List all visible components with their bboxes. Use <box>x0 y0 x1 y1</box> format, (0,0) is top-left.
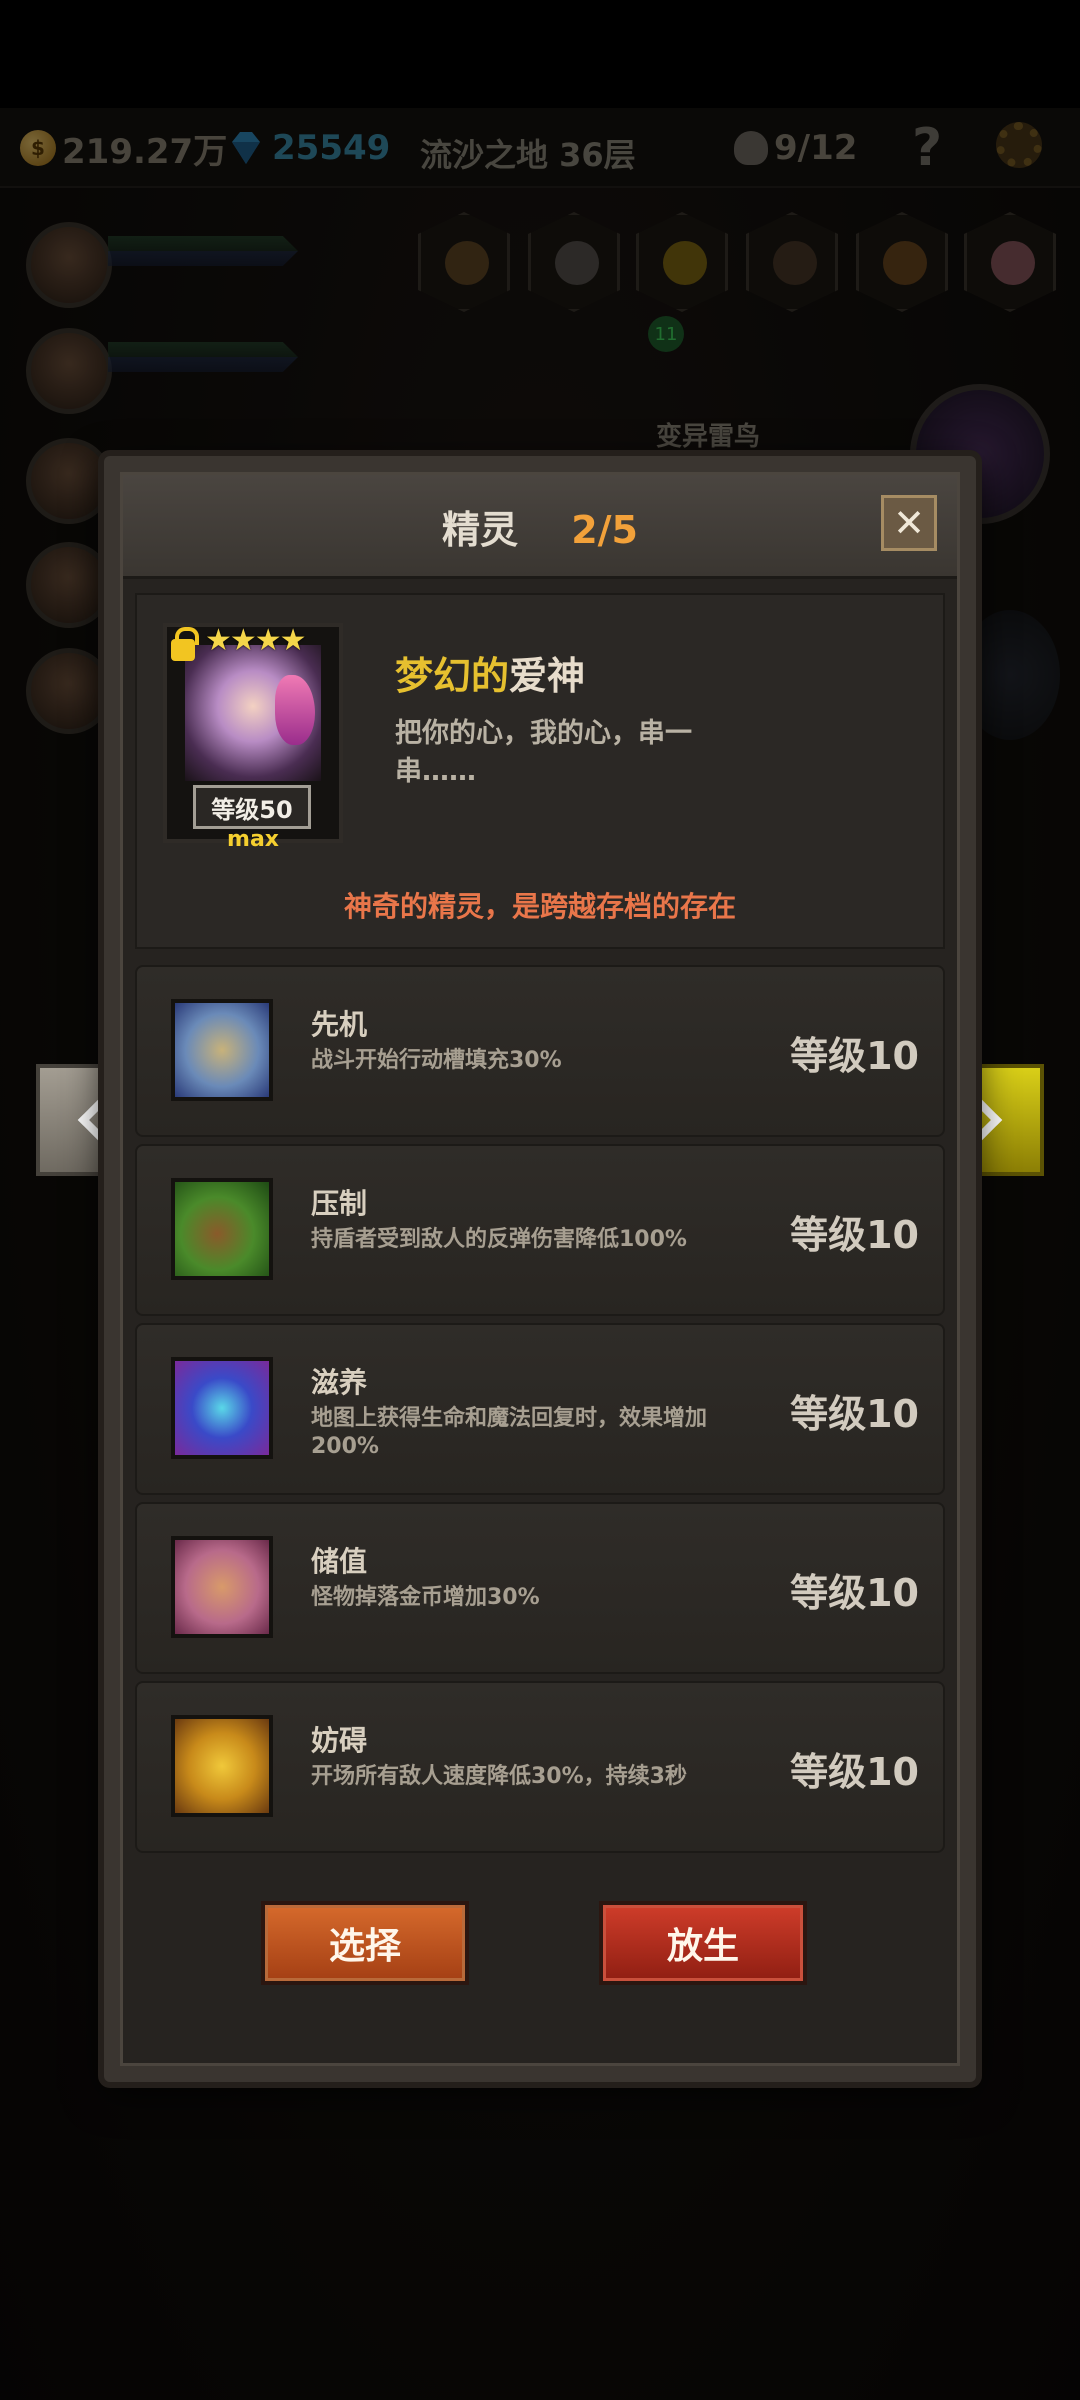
pet-info: ★★★★ 等级50 max 梦幻的爱神 把你的心，我的心，串一串…… 神奇的精灵… <box>135 593 945 949</box>
skill-name: 储值 <box>311 1545 368 1578</box>
skill-description: 开场所有敌人速度降低30%，持续3秒 <box>311 1764 687 1789</box>
skill-name: 先机 <box>311 1008 368 1041</box>
pet-panel: 精灵 2/5 ✕ ★★★★ 等级50 max 梦幻的爱神 把你的心，我的心，串一… <box>104 456 976 2082</box>
max-label: max <box>227 827 279 852</box>
skill-name: 妨碍 <box>311 1724 368 1757</box>
fairy-icon <box>171 1357 273 1459</box>
pet-note: 神奇的精灵，是跨越存档的存在 <box>343 890 736 923</box>
pet-name-part1: 梦幻的 <box>395 654 510 698</box>
pet-portrait-frame[interactable]: ★★★★ 等级50 max <box>163 623 343 852</box>
skill-row[interactable]: 妨碍 开场所有敌人速度降低30%，持续3秒 等级10 <box>135 1681 945 1853</box>
skill-level: 等级10 <box>790 1034 919 1078</box>
skill-row[interactable]: 压制 持盾者受到敌人的反弹伤害降低100% 等级10 <box>135 1144 945 1316</box>
close-button[interactable]: ✕ <box>881 495 937 551</box>
star-rating: ★★★★ <box>205 623 307 658</box>
pet-name: 梦幻的爱神 <box>395 645 585 700</box>
pet-portrait <box>185 645 321 781</box>
skill-level: 等级10 <box>790 1750 919 1794</box>
skill-row[interactable]: 滋养 地图上获得生命和魔法回复时，效果增加200% 等级10 <box>135 1323 945 1495</box>
skill-level: 等级10 <box>790 1213 919 1257</box>
panel-title: 精灵 2/5 <box>123 499 957 554</box>
chained-boot-icon <box>171 1715 273 1817</box>
skill-description: 持盾者受到敌人的反弹伤害降低100% <box>311 1227 687 1252</box>
skill-name: 压制 <box>311 1187 368 1220</box>
page-indicator: 2/5 <box>571 508 638 552</box>
skill-level: 等级10 <box>790 1571 919 1615</box>
skill-description: 战斗开始行动槽填充30% <box>311 1048 562 1073</box>
skill-name: 滋养 <box>311 1366 368 1399</box>
pet-name-part2: 爱神 <box>509 654 586 698</box>
leopard-icon <box>171 999 273 1101</box>
wing-icon <box>275 675 315 745</box>
panel-body: 精灵 2/5 ✕ ★★★★ 等级50 max 梦幻的爱神 把你的心，我的心，串一… <box>120 472 960 2066</box>
goblet-icon <box>171 1536 273 1638</box>
skill-level: 等级10 <box>790 1392 919 1436</box>
skill-row[interactable]: 储值 怪物掉落金币增加30% 等级10 <box>135 1502 945 1674</box>
skill-description: 怪物掉落金币增加30% <box>311 1585 540 1610</box>
release-button[interactable]: 放生 <box>599 1901 807 1985</box>
skill-list: 先机 战斗开始行动槽填充30% 等级10 压制 持盾者受到敌人的反弹伤害降低10… <box>135 965 945 1860</box>
panel-titlebar: 精灵 2/5 ✕ <box>123 475 957 579</box>
pet-level: 等级50 <box>193 785 311 829</box>
panel-title-text: 精灵 <box>441 508 518 552</box>
skill-row[interactable]: 先机 战斗开始行动槽填充30% 等级10 <box>135 965 945 1137</box>
pet-description: 把你的心，我的心，串一串…… <box>395 718 692 787</box>
lock-icon <box>171 627 199 661</box>
claw-icon <box>171 1178 273 1280</box>
skill-description: 地图上获得生命和魔法回复时，效果增加200% <box>311 1406 708 1459</box>
select-button[interactable]: 选择 <box>261 1901 469 1985</box>
